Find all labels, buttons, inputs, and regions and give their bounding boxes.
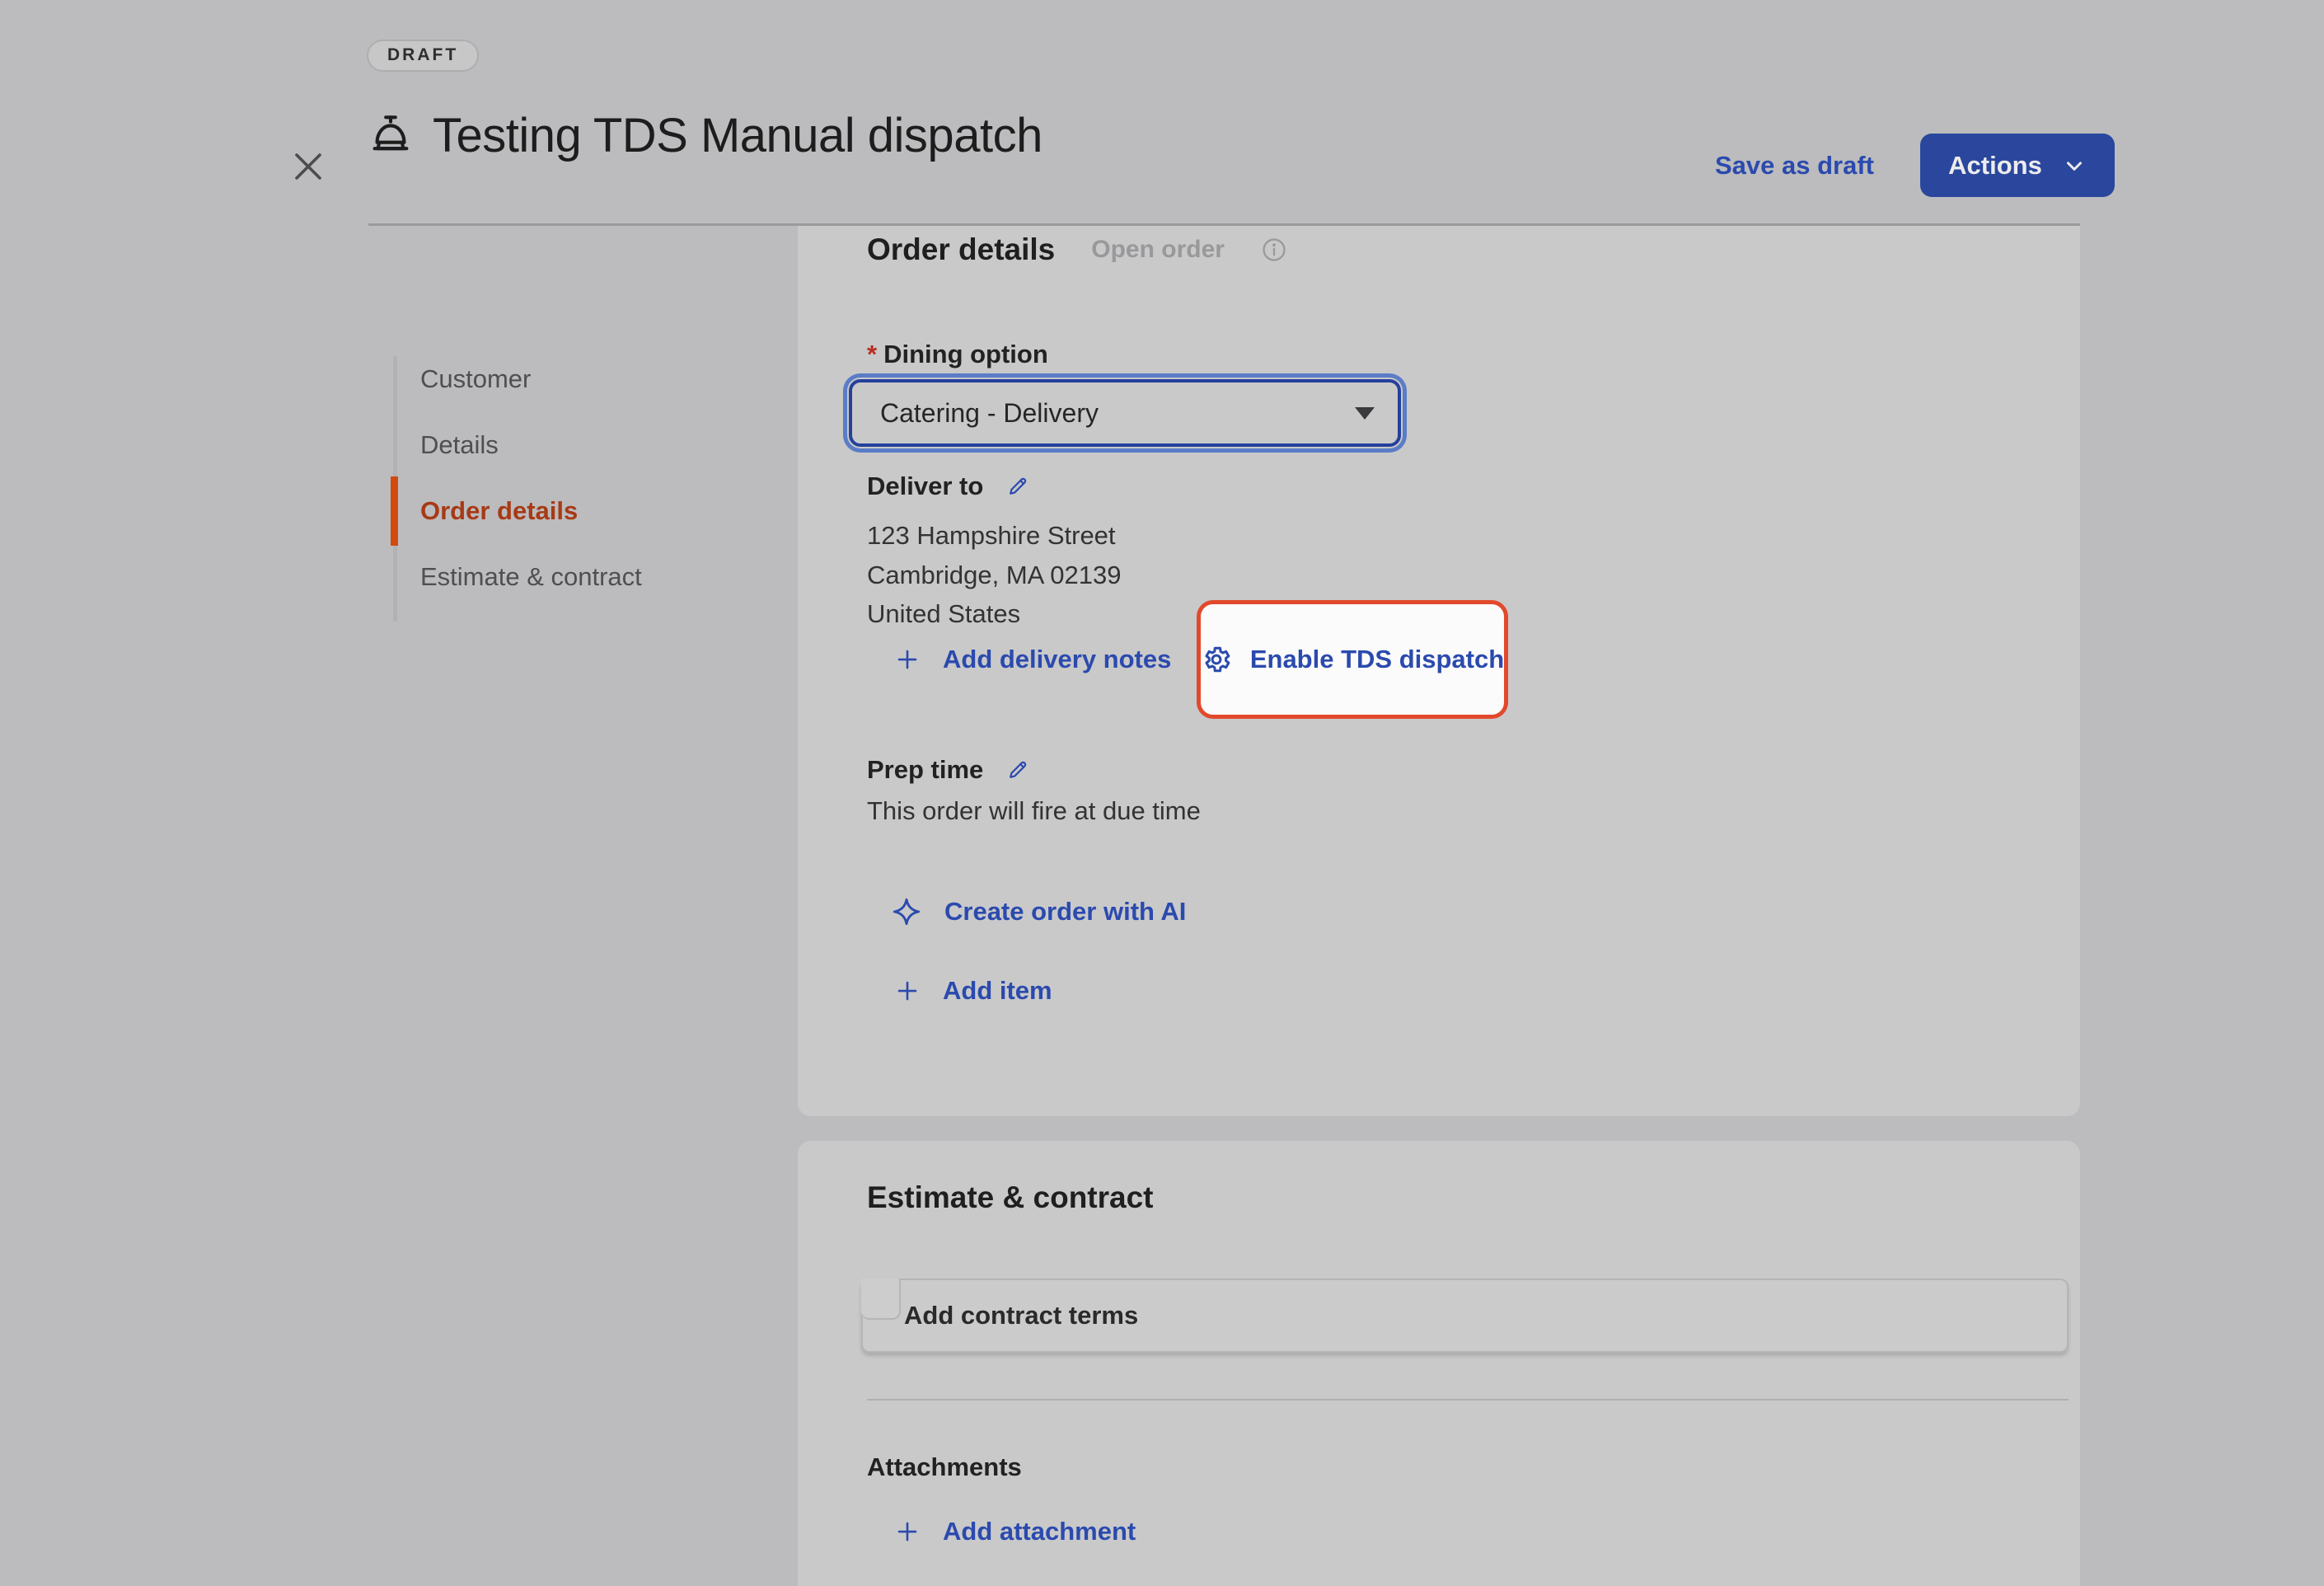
close-icon — [290, 148, 326, 185]
order-details-card: Order details Open order *Dining option … — [798, 226, 2080, 1116]
sparkle-icon — [892, 897, 921, 927]
address-line: United States — [867, 594, 1121, 634]
edit-address-pencil-icon[interactable] — [1006, 475, 1029, 498]
address-line: Cambridge, MA 02139 — [867, 556, 1121, 595]
prep-time-label: Prep time — [867, 755, 983, 785]
gear-icon — [1201, 644, 1232, 675]
dining-option-select[interactable]: Catering - Delivery — [849, 379, 1401, 447]
estimate-contract-card: Estimate & contract Add contract terms A… — [798, 1141, 2080, 1586]
order-status-text: Open order — [1091, 236, 1225, 264]
sidebar-item-label: Estimate & contract — [420, 562, 642, 592]
address-line: 123 Hampshire Street — [867, 516, 1121, 556]
section-divider — [867, 1399, 2069, 1401]
required-asterisk: * — [867, 340, 877, 368]
add-attachment-button[interactable]: Add attachment — [895, 1517, 1136, 1546]
add-item-button[interactable]: Add item — [895, 976, 1052, 1006]
sidebar-item-estimate-contract[interactable]: Estimate & contract — [391, 544, 778, 610]
tds-dispatch-highlight-box: Enable TDS dispatch — [1197, 600, 1508, 719]
add-delivery-notes-button[interactable]: Add delivery notes — [895, 645, 1171, 674]
delivery-address: 123 Hampshire Street Cambridge, MA 02139… — [867, 516, 1121, 634]
add-contract-terms-row[interactable]: Add contract terms — [861, 1279, 2069, 1353]
actions-button[interactable]: Actions — [1920, 134, 2115, 197]
info-icon[interactable] — [1262, 237, 1286, 262]
sidebar-item-label: Details — [420, 430, 499, 460]
caret-down-icon — [1355, 407, 1375, 420]
header: DRAFT Testing TDS Manual dispatch — [367, 40, 1043, 163]
save-as-draft-button[interactable]: Save as draft — [1715, 151, 1874, 181]
page-title: Testing TDS Manual dispatch — [433, 108, 1043, 163]
chevron-down-icon — [2062, 153, 2087, 178]
edit-prep-time-pencil-icon[interactable] — [1006, 758, 1029, 781]
estimate-contract-heading: Estimate & contract — [867, 1180, 1154, 1215]
order-details-heading: Order details — [867, 232, 1055, 267]
prep-time-description: This order will fire at due time — [867, 796, 1201, 826]
actions-button-label: Actions — [1948, 151, 2042, 181]
attachments-heading: Attachments — [867, 1452, 1022, 1482]
create-order-with-ai-button[interactable]: Create order with AI — [892, 897, 1186, 927]
sidebar-item-order-details[interactable]: Order details — [391, 478, 778, 544]
plus-icon — [895, 1519, 920, 1544]
status-badge: DRAFT — [367, 40, 479, 72]
enable-tds-dispatch-button[interactable]: Enable TDS dispatch — [1201, 644, 1504, 675]
dining-option-label: *Dining option — [867, 340, 1048, 369]
close-button[interactable] — [290, 148, 326, 185]
sidebar-item-customer[interactable]: Customer — [391, 346, 778, 412]
plus-icon — [895, 978, 920, 1003]
sidebar-item-label: Order details — [420, 496, 578, 526]
catering-bell-icon — [367, 112, 415, 160]
sidebar-item-label: Customer — [420, 364, 531, 394]
contract-terms-corner-notch — [861, 1279, 901, 1320]
section-nav: Customer Details Order details Estimate … — [391, 346, 778, 610]
plus-icon — [895, 647, 920, 672]
dining-option-value: Catering - Delivery — [880, 398, 1099, 429]
sidebar-item-details[interactable]: Details — [391, 412, 778, 478]
deliver-to-label: Deliver to — [867, 472, 983, 501]
